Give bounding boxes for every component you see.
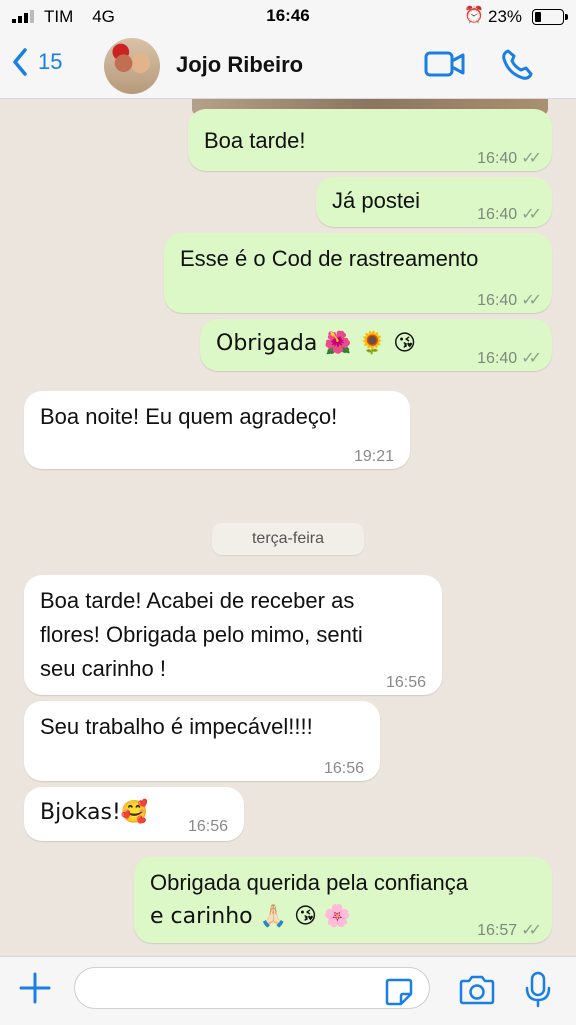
message-bubble[interactable]: Obrigada 🌺 🌻 😘 16:40 ✓✓ xyxy=(200,319,552,371)
camera-icon[interactable] xyxy=(458,975,496,1005)
double-check-icon: ✓✓ xyxy=(521,350,542,367)
microphone-icon[interactable] xyxy=(524,971,552,1009)
back-chevron-icon xyxy=(13,48,27,76)
message-bubble[interactable]: Boa noite! Eu quem agradeço! 19:21 xyxy=(24,391,410,469)
double-check-icon: ✓✓ xyxy=(521,206,542,223)
avatar[interactable] xyxy=(104,38,160,94)
day-separator: terça-feira xyxy=(212,523,364,555)
message-input[interactable] xyxy=(74,967,430,1009)
message-bubble[interactable]: Obrigada querida pela confiança e carinh… xyxy=(134,857,552,943)
message-bubble[interactable]: Bjokas!🥰 16:56 xyxy=(24,787,244,841)
message-bubble[interactable]: Esse é o Cod de rastreamento 16:40 ✓✓ xyxy=(164,233,552,313)
double-check-icon: ✓✓ xyxy=(521,292,542,309)
double-check-icon: ✓✓ xyxy=(521,150,542,167)
contact-name[interactable]: Jojo Ribeiro xyxy=(176,52,303,78)
plus-icon[interactable] xyxy=(18,971,52,1005)
back-button[interactable]: 15 xyxy=(12,48,62,76)
message-bubble[interactable]: Seu trabalho é impecável!!!! 16:56 xyxy=(24,701,380,781)
battery-icon xyxy=(532,9,568,25)
message-bubble[interactable]: Boa tarde! 16:40 ✓✓ xyxy=(188,109,552,171)
battery-percent: 23% xyxy=(488,7,523,26)
chat-header: 15 Jojo Ribeiro xyxy=(0,34,576,99)
video-call-icon[interactable] xyxy=(424,50,466,78)
chat-area[interactable]: Boa tarde! 16:40 ✓✓ Já postei 16:40 ✓✓ Ess… xyxy=(0,99,576,955)
sticker-icon[interactable] xyxy=(384,977,414,1007)
phone-icon[interactable] xyxy=(500,48,534,82)
status-bar: TIM 4G 16:46 ⏰ 23% xyxy=(0,0,576,34)
message-composer xyxy=(0,956,576,1025)
message-bubble[interactable]: Boa tarde! Acabei de receber as flores! … xyxy=(24,575,442,695)
unread-count: 15 xyxy=(38,49,63,74)
double-check-icon: ✓✓ xyxy=(521,922,542,939)
alarm-icon: ⏰ xyxy=(464,7,484,24)
message-bubble[interactable]: Já postei 16:40 ✓✓ xyxy=(316,177,552,227)
